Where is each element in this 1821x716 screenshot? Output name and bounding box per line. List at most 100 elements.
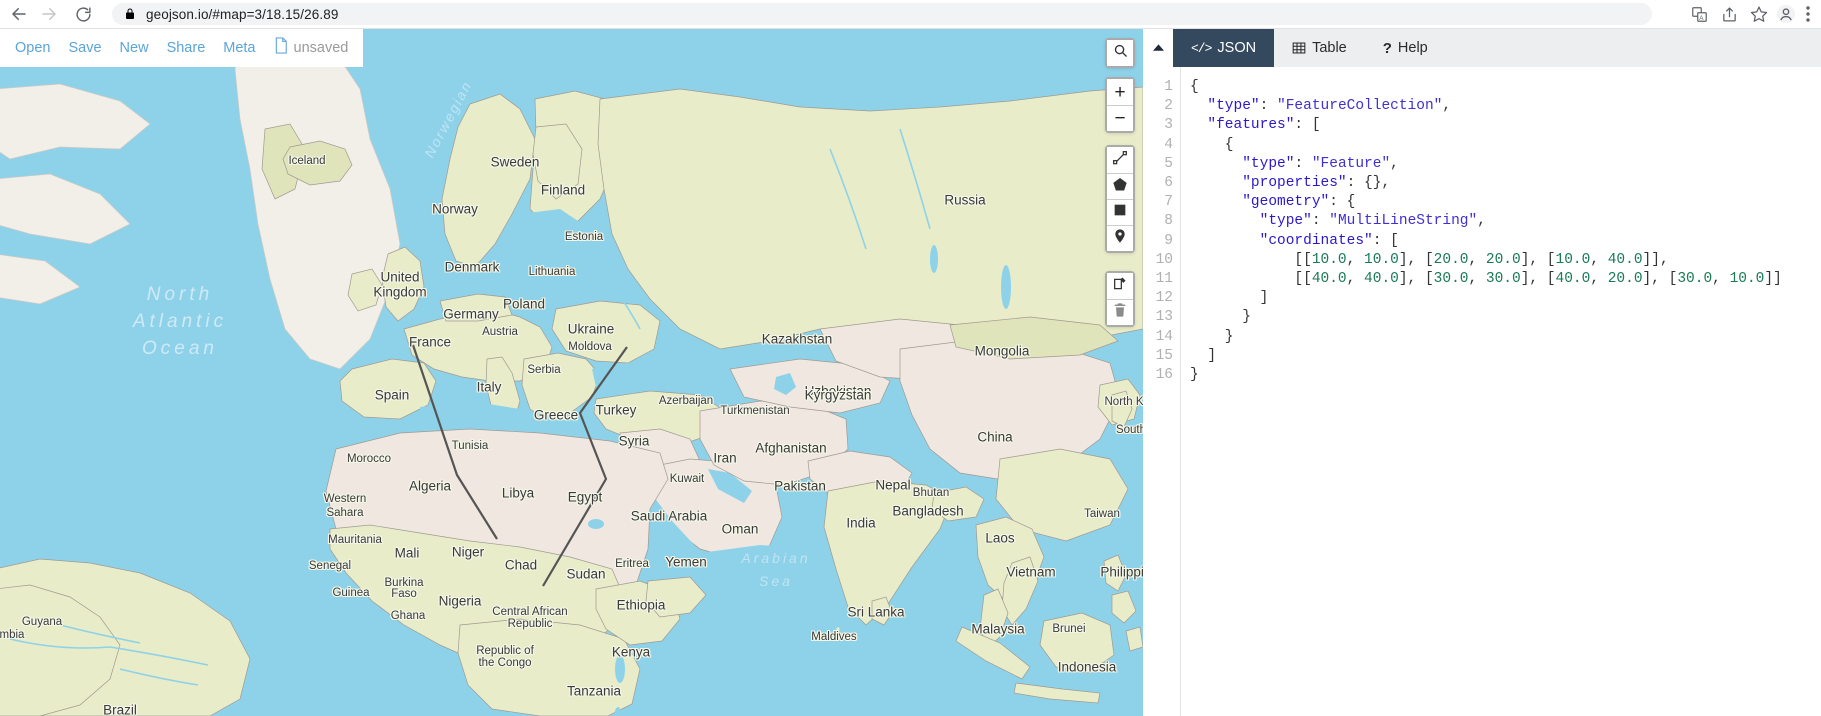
code-token: : [	[1294, 117, 1321, 134]
trash-icon	[1112, 302, 1128, 323]
browser-menu-icon[interactable]	[1799, 0, 1817, 28]
code-line: }	[1190, 328, 1821, 347]
line-number: 9	[1164, 232, 1173, 249]
address-bar[interactable]: geojson.io/#map=3/18.15/26.89	[112, 3, 1652, 25]
code-line: ]	[1190, 289, 1821, 308]
map-edit-control	[1105, 271, 1135, 327]
menu-item-save[interactable]: Save	[59, 29, 110, 67]
code-token: ], [	[1642, 271, 1678, 288]
question-icon: ?	[1382, 39, 1392, 57]
map-canvas[interactable]: .ld { fill:#e8ecc8; stroke:#a09a92; stro…	[0, 29, 1143, 716]
code-line: {	[1190, 78, 1821, 97]
code-token: :	[1259, 98, 1278, 115]
panel-tabstrip: </> JSON Table ? Help	[1143, 29, 1821, 67]
url-text: geojson.io/#map=3/18.15/26.89	[146, 6, 339, 22]
bookmark-star-icon[interactable]	[1745, 0, 1773, 28]
tab-help[interactable]: ? Help	[1364, 29, 1446, 67]
code-token: ,	[1712, 271, 1730, 288]
tab-json-label: JSON	[1217, 40, 1257, 56]
line-number-gutter: 1 2 3 4 5 6 7 8 9 10 11 12 13 14 15 16	[1143, 67, 1181, 716]
reload-button[interactable]	[68, 0, 98, 29]
code-token: {	[1190, 136, 1234, 153]
code-token: 10.0	[1311, 251, 1347, 268]
code-token: "type"	[1242, 155, 1295, 172]
draw-marker-button[interactable]	[1107, 225, 1133, 251]
draw-rectangle-button[interactable]	[1107, 199, 1133, 225]
menu-item-new[interactable]: New	[111, 29, 158, 67]
code-token: [[	[1190, 271, 1312, 288]
code-token: "MultiLineString"	[1329, 213, 1478, 230]
document-icon	[274, 37, 288, 59]
menu-item-meta[interactable]: Meta	[214, 29, 264, 67]
pentagon-icon	[1112, 176, 1128, 197]
delete-layers-button[interactable]	[1107, 299, 1133, 325]
file-status[interactable]: unsaved	[265, 37, 349, 59]
code-token: 20.0	[1607, 271, 1643, 288]
triangle-up-icon	[1152, 39, 1164, 57]
code-token: ], [	[1520, 251, 1556, 268]
menu-item-share[interactable]: Share	[158, 29, 215, 67]
code-line: {	[1190, 136, 1821, 155]
tab-json[interactable]: </> JSON	[1173, 29, 1275, 67]
line-number: 5	[1164, 155, 1173, 172]
code-line: "properties": {},	[1190, 174, 1821, 193]
code-token: 30.0	[1677, 271, 1713, 288]
json-editor[interactable]: 1 2 3 4 5 6 7 8 9 10 11 12 13 14 15 16 { "type": "Featu…	[1143, 67, 1821, 716]
tab-table[interactable]: Table	[1274, 29, 1365, 67]
tab-help-label: Help	[1397, 40, 1428, 56]
map-draw-control	[1105, 145, 1135, 253]
translate-icon[interactable]: A	[1685, 0, 1713, 28]
edit-pencil-icon	[1112, 276, 1128, 297]
code-token: ]],	[1642, 251, 1669, 268]
code-token: 40.0	[1607, 251, 1643, 268]
table-icon	[1292, 41, 1306, 55]
zoom-in-button[interactable]: +	[1107, 79, 1133, 105]
code-token: }	[1190, 309, 1251, 326]
code-token: ,	[1346, 251, 1365, 268]
code-token: ]	[1190, 290, 1269, 307]
edit-layers-button[interactable]	[1107, 273, 1133, 299]
code-line: "coordinates": [	[1190, 232, 1821, 251]
line-number: 15	[1155, 347, 1173, 364]
code-token: {	[1190, 79, 1199, 95]
browser-action-icons: A	[1685, 0, 1821, 28]
draw-polygon-button[interactable]	[1107, 173, 1133, 199]
code-token: "Feature"	[1311, 155, 1391, 172]
search-button[interactable]	[1107, 40, 1133, 66]
code-token: ], [	[1398, 271, 1434, 288]
code-token: "FeatureCollection"	[1277, 98, 1443, 115]
map-vector-layer: .ld { fill:#e8ecc8; stroke:#a09a92; stro…	[0, 29, 1143, 716]
forward-button[interactable]	[34, 0, 64, 29]
profile-avatar[interactable]	[1775, 0, 1797, 28]
map-search-control	[1105, 38, 1135, 68]
code-line: [[10.0, 10.0], [20.0, 20.0], [10.0, 40.0…	[1190, 251, 1821, 270]
line-number: 3	[1164, 117, 1173, 134]
code-line: ]	[1190, 347, 1821, 366]
panel-collapse-button[interactable]	[1143, 29, 1173, 67]
line-number: 1	[1164, 79, 1173, 95]
code-token: 20.0	[1485, 251, 1521, 268]
zoom-out-button[interactable]: −	[1107, 105, 1133, 131]
line-number: 12	[1155, 290, 1173, 307]
share-icon[interactable]	[1715, 0, 1743, 28]
code-token: [[	[1190, 251, 1312, 268]
draw-line-button[interactable]	[1107, 147, 1133, 173]
file-name: unsaved	[293, 40, 349, 56]
code-token: 30.0	[1485, 271, 1521, 288]
line-number: 8	[1164, 213, 1173, 230]
line-number: 6	[1164, 175, 1173, 192]
menu-item-open[interactable]: Open	[6, 29, 59, 67]
editor-panel: </> JSON Table ? Help 1 2 3 4 5 6 7 8 9 10 11 12 13 1…	[1143, 29, 1821, 716]
back-button[interactable]	[4, 0, 34, 29]
code-token: }	[1190, 328, 1234, 345]
code-line: "features": [	[1190, 116, 1821, 135]
code-content[interactable]: { "type": "FeatureCollection", "features…	[1181, 67, 1821, 716]
code-line: [[40.0, 40.0], [30.0, 30.0], [40.0, 20.0…	[1190, 270, 1821, 289]
code-token: : {	[1329, 194, 1356, 211]
code-token: 40.0	[1311, 271, 1347, 288]
code-token: 30.0	[1433, 271, 1469, 288]
